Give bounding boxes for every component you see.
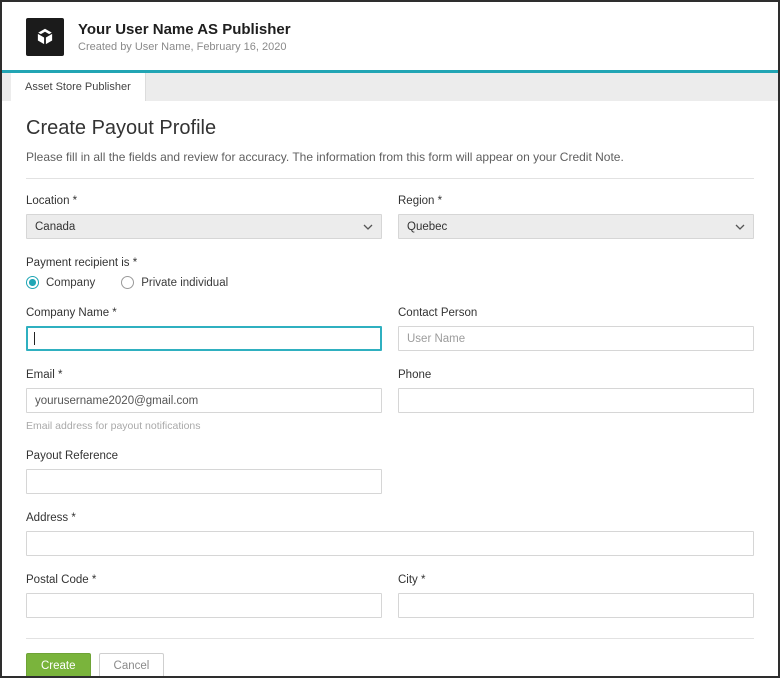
phone-label: Phone [398,369,754,381]
address-label: Address * [26,512,754,524]
recipient-field: Payment recipient is * Company Private i… [26,257,382,289]
region-field: Region * Quebec [398,195,754,239]
chevron-down-icon [363,224,373,230]
postal-code-input[interactable] [26,593,382,618]
page-description: Please fill in all the fields and review… [26,150,754,164]
region-select[interactable]: Quebec [398,214,754,239]
radio-company[interactable]: Company [26,276,95,289]
page-title: Create Payout Profile [26,117,754,140]
radio-private-individual[interactable]: Private individual [121,276,228,289]
chevron-down-icon [735,224,745,230]
region-selected-value: Quebec [407,221,447,233]
email-input[interactable] [26,388,382,413]
bottom-divider [26,638,754,639]
location-selected-value: Canada [35,221,75,233]
tab-bar: Asset Store Publisher [2,70,778,101]
main-content: Create Payout Profile Please fill in all… [2,101,778,678]
form-actions: Create Cancel [26,653,754,678]
text-cursor [34,332,35,345]
city-input[interactable] [398,593,754,618]
region-label: Region * [398,195,754,207]
address-field: Address * [26,512,754,556]
email-label: Email * [26,369,382,381]
company-name-label: Company Name * [26,307,382,319]
radio-company-label: Company [46,277,95,289]
publisher-portal-window: Your User Name AS Publisher Created by U… [0,0,780,678]
address-input[interactable] [26,531,754,556]
payout-reference-field: Payout Reference [26,450,382,494]
phone-field: Phone [398,369,754,432]
radio-unselected-icon [121,276,134,289]
radio-selected-icon [26,276,39,289]
phone-input[interactable] [398,388,754,413]
contact-person-field: Contact Person [398,307,754,351]
recipient-radio-group: Company Private individual [26,276,382,289]
radio-private-individual-label: Private individual [141,277,228,289]
publisher-header: Your User Name AS Publisher Created by U… [2,2,778,70]
location-field: Location * Canada [26,195,382,239]
payout-reference-input[interactable] [26,469,382,494]
city-label: City * [398,574,754,586]
email-hint: Email address for payout notifications [26,420,382,432]
city-field: City * [398,574,754,618]
location-label: Location * [26,195,382,207]
email-field: Email * Email address for payout notific… [26,369,382,432]
recipient-label: Payment recipient is * [26,257,382,269]
postal-code-field: Postal Code * [26,574,382,618]
payout-profile-form: Location * Canada Region * Quebec [26,195,754,618]
tab-asset-store-publisher[interactable]: Asset Store Publisher [11,73,146,101]
cancel-button[interactable]: Cancel [99,653,165,678]
top-divider [26,178,754,179]
unity-logo-icon [26,18,64,56]
company-name-field: Company Name * [26,307,382,351]
company-name-input[interactable] [26,326,382,351]
location-select[interactable]: Canada [26,214,382,239]
publisher-title: Your User Name AS Publisher [78,21,291,38]
contact-person-input[interactable] [398,326,754,351]
payout-reference-label: Payout Reference [26,450,382,462]
header-text: Your User Name AS Publisher Created by U… [78,21,291,53]
contact-person-label: Contact Person [398,307,754,319]
postal-code-label: Postal Code * [26,574,382,586]
publisher-subtitle: Created by User Name, February 16, 2020 [78,41,291,53]
create-button[interactable]: Create [26,653,91,678]
